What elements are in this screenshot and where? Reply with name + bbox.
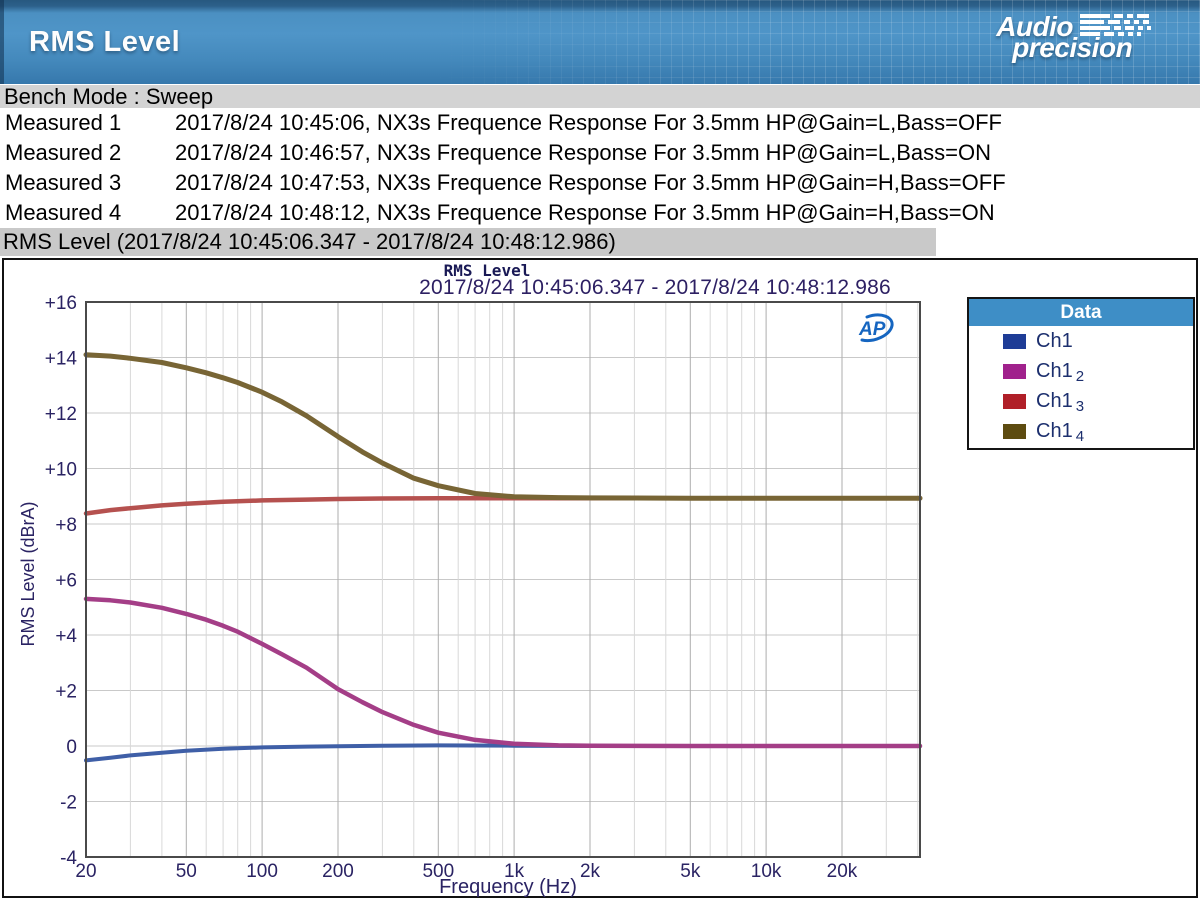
measured-label: Measured 2 xyxy=(5,140,122,165)
legend-swatch xyxy=(1003,333,1026,349)
measured-value: 2017/8/24 10:45:06, NX3s Frequence Respo… xyxy=(175,110,1002,135)
audio-precision-logo: Audio precision xyxy=(996,13,1152,63)
svg-text:+2: +2 xyxy=(55,682,77,703)
legend-entry-ch1-4[interactable]: Ch1 4 xyxy=(969,416,1193,446)
svg-text:20k: 20k xyxy=(827,861,858,882)
svg-text:+10: +10 xyxy=(45,460,77,481)
svg-text:5k: 5k xyxy=(680,861,701,882)
list-item: Measured 3 2017/8/24 10:47:53, NX3s Frequ… xyxy=(0,168,1200,198)
bench-mode-bar: Bench Mode : Sweep xyxy=(0,85,1200,108)
legend-entry-ch1[interactable]: Ch1 xyxy=(969,326,1193,356)
legend-label-subscript: 4 xyxy=(1075,427,1085,445)
list-item: Measured 1 2017/8/24 10:45:06, NX3s Frequ… xyxy=(0,108,1200,138)
legend-label-subscript: 2 xyxy=(1075,367,1085,385)
svg-text:50: 50 xyxy=(176,861,197,882)
svg-text:-2: -2 xyxy=(60,793,77,814)
page-title: RMS Level xyxy=(29,26,181,58)
measured-label: Measured 3 xyxy=(5,170,122,195)
svg-text:+16: +16 xyxy=(45,293,77,314)
measured-label: Measured 4 xyxy=(5,200,122,225)
svg-text:10k: 10k xyxy=(751,861,782,882)
ap-watermark-icon: AP xyxy=(858,313,894,343)
svg-text:+12: +12 xyxy=(45,404,77,425)
svg-text:100: 100 xyxy=(246,861,278,882)
svg-text:+4: +4 xyxy=(55,626,77,647)
ap-watermark-text: AP xyxy=(858,319,886,340)
legend-swatch xyxy=(1003,393,1026,409)
svg-text:+8: +8 xyxy=(55,515,77,536)
legend-swatch xyxy=(1003,423,1026,439)
section-title-bar: RMS Level (2017/8/24 10:45:06.347 - 2017… xyxy=(0,228,936,256)
list-item: Measured 2 2017/8/24 10:46:57, NX3s Frequ… xyxy=(0,138,1200,168)
legend-swatch xyxy=(1003,363,1026,379)
measured-value: 2017/8/24 10:48:12, NX3s Frequence Respo… xyxy=(175,200,995,225)
y-axis-label: RMS Level (dBrA) xyxy=(18,501,38,647)
legend-header: Data xyxy=(969,299,1193,326)
legend-label-subscript: 3 xyxy=(1075,397,1085,415)
svg-text:0: 0 xyxy=(66,737,77,758)
legend-label: Ch1 xyxy=(1036,389,1073,412)
measured-value: 2017/8/24 10:46:57, NX3s Frequence Respo… xyxy=(175,140,991,165)
svg-text:+6: +6 xyxy=(55,571,77,592)
measurement-list: Measured 1 2017/8/24 10:45:06, NX3s Frequ… xyxy=(0,108,1200,228)
svg-text:+14: +14 xyxy=(45,349,78,370)
legend-entry-ch1-3[interactable]: Ch1 3 xyxy=(969,386,1193,416)
legend-label: Ch1 xyxy=(1036,359,1073,382)
legend-entry-ch1-2[interactable]: Ch1 2 xyxy=(969,356,1193,386)
x-axis-label: Frequency (Hz) xyxy=(439,876,577,898)
svg-text:200: 200 xyxy=(322,861,354,882)
legend-label: Ch1 xyxy=(1036,329,1073,352)
legend-label: Ch1 xyxy=(1036,419,1073,442)
measured-label: Measured 1 xyxy=(5,110,122,135)
logo-text-precision: precision xyxy=(1012,32,1133,63)
svg-text:20: 20 xyxy=(75,861,96,882)
legend-box: Data Ch1 Ch1 2 Ch1 3 Ch1 4 xyxy=(967,297,1195,450)
header-bar: RMS Level Audio precision xyxy=(0,0,1200,84)
chart-panel: RMS Level 2017/8/24 10:45:06.347 - 2017/… xyxy=(2,258,1198,898)
list-item: Measured 4 2017/8/24 10:48:12, NX3s Frequ… xyxy=(0,198,1200,228)
measured-value: 2017/8/24 10:47:53, NX3s Frequence Respo… xyxy=(175,170,1006,195)
